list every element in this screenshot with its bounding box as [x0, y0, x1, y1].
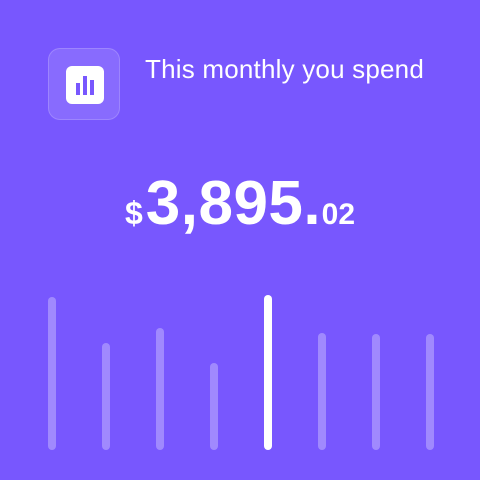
chart-bar-4[interactable]	[210, 363, 218, 450]
chart-bar-6[interactable]	[318, 333, 326, 450]
spending-card: This monthly you spend $ 3,895 . 02	[0, 0, 480, 480]
bar-chart-icon	[66, 66, 104, 104]
spend-amount: $ 3,895 . 02	[0, 168, 480, 238]
chart-icon-tile	[48, 48, 120, 120]
chart-bar-8[interactable]	[426, 334, 434, 450]
chart-bar-1[interactable]	[48, 297, 56, 450]
currency-symbol: $	[124, 195, 143, 231]
chart-bar-7[interactable]	[372, 334, 380, 450]
chart-bar-2[interactable]	[102, 343, 110, 450]
amount-whole: 3,895	[145, 169, 304, 238]
amount-cents: 02	[321, 198, 356, 231]
spending-bar-chart	[0, 280, 480, 456]
card-title: This monthly you spend	[145, 54, 424, 84]
chart-bar-3[interactable]	[156, 328, 164, 450]
amount-separator: .	[303, 169, 321, 238]
chart-bar-5[interactable]	[264, 295, 272, 450]
